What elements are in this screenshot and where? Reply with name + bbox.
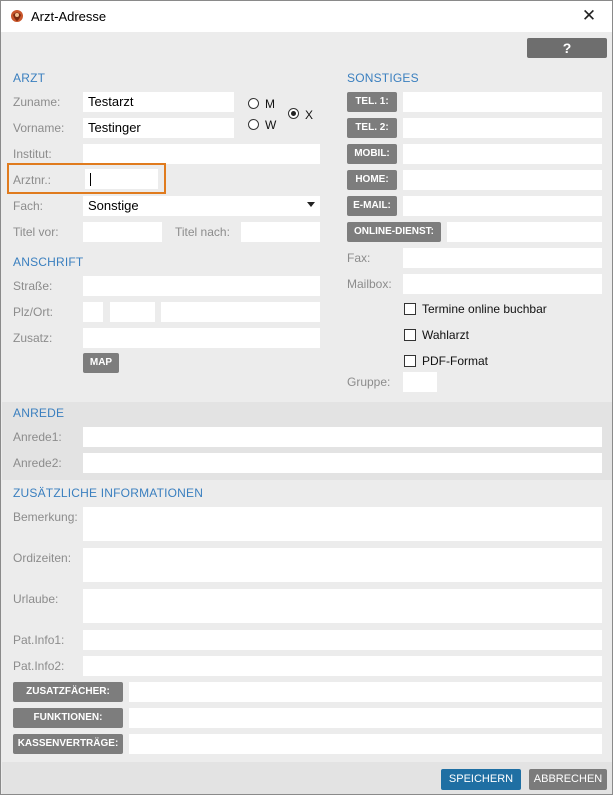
- fax-field[interactable]: [403, 248, 602, 268]
- anrede-section-header: ANREDE: [13, 406, 65, 420]
- ort-field[interactable]: [161, 302, 320, 322]
- footer-band: [2, 762, 612, 794]
- radio-selected-dot: [291, 111, 296, 116]
- zusatz-info-section-header: ZUSÄTZLICHE INFORMATIONEN: [13, 486, 204, 500]
- app-logo-icon: [11, 10, 23, 22]
- patinfo1-field[interactable]: [83, 630, 602, 650]
- help-button[interactable]: ?: [527, 38, 607, 58]
- map-button[interactable]: MAP: [83, 353, 119, 373]
- anrede1-field[interactable]: [83, 427, 602, 447]
- strasse-field[interactable]: [83, 276, 320, 296]
- gruppe-label: Gruppe:: [347, 375, 391, 389]
- chevron-down-icon: [307, 202, 315, 207]
- arzt-section-header: ARZT: [13, 71, 46, 85]
- urlaube-field[interactable]: [83, 589, 602, 623]
- zusatz-field[interactable]: [83, 328, 320, 348]
- ordizeiten-label: Ordizeiten:: [13, 551, 72, 565]
- termine-online-checkbox[interactable]: [404, 303, 416, 315]
- home-button[interactable]: HOME:: [347, 170, 397, 190]
- fax-label: Fax:: [347, 251, 371, 265]
- arzt-adresse-window: Arzt-Adresse ✕ ? ARZT Zuname: Testarzt V…: [0, 0, 613, 795]
- institut-label: Institut:: [13, 147, 52, 161]
- funktionen-button[interactable]: FUNKTIONEN:: [13, 708, 123, 728]
- titel-nach-field[interactable]: [241, 222, 320, 242]
- zusatzfaecher-button[interactable]: ZUSATZFÄCHER:: [13, 682, 123, 702]
- online-dienst-field[interactable]: [447, 222, 602, 242]
- titel-vor-field[interactable]: [83, 222, 162, 242]
- strasse-label: Straße:: [13, 279, 53, 293]
- patinfo1-label: Pat.Info1:: [13, 633, 65, 647]
- patinfo2-label: Pat.Info2:: [13, 659, 65, 673]
- pdf-format-checkbox[interactable]: [404, 355, 416, 367]
- save-button[interactable]: SPEICHERN: [441, 769, 521, 790]
- arztnr-label: Arztnr.:: [13, 173, 52, 187]
- anschrift-section-header: ANSCHRIFT: [13, 255, 84, 269]
- tel2-button[interactable]: TEL. 2:: [347, 118, 397, 138]
- bemerkung-field[interactable]: [83, 507, 602, 541]
- gender-x-radio[interactable]: [288, 108, 299, 119]
- mailbox-field[interactable]: [403, 274, 602, 294]
- online-dienst-button[interactable]: ONLINE-DIENST:: [347, 222, 441, 242]
- land-field[interactable]: [83, 302, 103, 322]
- patinfo2-field[interactable]: [83, 656, 602, 676]
- close-icon[interactable]: ✕: [566, 1, 612, 32]
- ordizeiten-field[interactable]: [83, 548, 602, 582]
- tel1-button[interactable]: TEL. 1:: [347, 92, 397, 112]
- wahlarzt-label: Wahlarzt: [422, 328, 469, 342]
- home-field[interactable]: [403, 170, 602, 190]
- anrede2-label: Anrede2:: [13, 456, 62, 470]
- mailbox-label: Mailbox:: [347, 277, 392, 291]
- gender-w-radio[interactable]: [248, 119, 259, 130]
- gender-m-radio[interactable]: [248, 98, 259, 109]
- mobil-button[interactable]: MOBIL:: [347, 144, 397, 164]
- titel-vor-label: Titel vor:: [13, 225, 59, 239]
- title-bar: Arzt-Adresse ✕: [1, 1, 612, 32]
- zuname-field[interactable]: Testarzt: [83, 92, 234, 112]
- gender-m-label: M: [265, 97, 275, 111]
- kassenvertraege-field[interactable]: [129, 734, 602, 754]
- window-title: Arzt-Adresse: [31, 9, 107, 24]
- vorname-label: Vorname:: [13, 121, 65, 135]
- fach-label: Fach:: [13, 199, 44, 213]
- tel2-field[interactable]: [403, 118, 602, 138]
- gender-x-label: X: [305, 108, 314, 122]
- institut-field[interactable]: [83, 144, 320, 164]
- mobil-field[interactable]: [403, 144, 602, 164]
- fach-select[interactable]: Sonstige: [83, 196, 320, 216]
- gender-w-label: W: [265, 118, 277, 132]
- pdf-format-label: PDF-Format: [422, 354, 488, 368]
- vorname-field[interactable]: Testinger: [83, 118, 234, 138]
- plz-field[interactable]: [110, 302, 155, 322]
- fach-selected-value: Sonstige: [88, 198, 139, 213]
- kassenvertraege-button[interactable]: KASSENVERTRÄGE:: [13, 734, 123, 754]
- titel-nach-label: Titel nach:: [175, 225, 230, 239]
- zuname-label: Zuname:: [13, 95, 61, 109]
- zusatzfaecher-field[interactable]: [129, 682, 602, 702]
- urlaube-label: Urlaube:: [13, 592, 59, 606]
- funktionen-field[interactable]: [129, 708, 602, 728]
- gruppe-field[interactable]: [403, 372, 437, 392]
- cancel-button[interactable]: ABBRECHEN: [529, 769, 607, 790]
- tel1-field[interactable]: [403, 92, 602, 112]
- text-cursor: [90, 173, 91, 186]
- email-field[interactable]: [403, 196, 602, 216]
- anrede1-label: Anrede1:: [13, 430, 62, 444]
- termine-online-label: Termine online buchbar: [422, 302, 547, 316]
- anrede2-field[interactable]: [83, 453, 602, 473]
- bemerkung-label: Bemerkung:: [13, 510, 78, 524]
- email-button[interactable]: E-MAIL:: [347, 196, 397, 216]
- arztnr-field[interactable]: [85, 169, 158, 189]
- plzort-label: Plz/Ort:: [13, 305, 54, 319]
- zusatz-label: Zusatz:: [13, 331, 53, 345]
- wahlarzt-checkbox[interactable]: [404, 329, 416, 341]
- sonstiges-section-header: SONSTIGES: [347, 71, 419, 85]
